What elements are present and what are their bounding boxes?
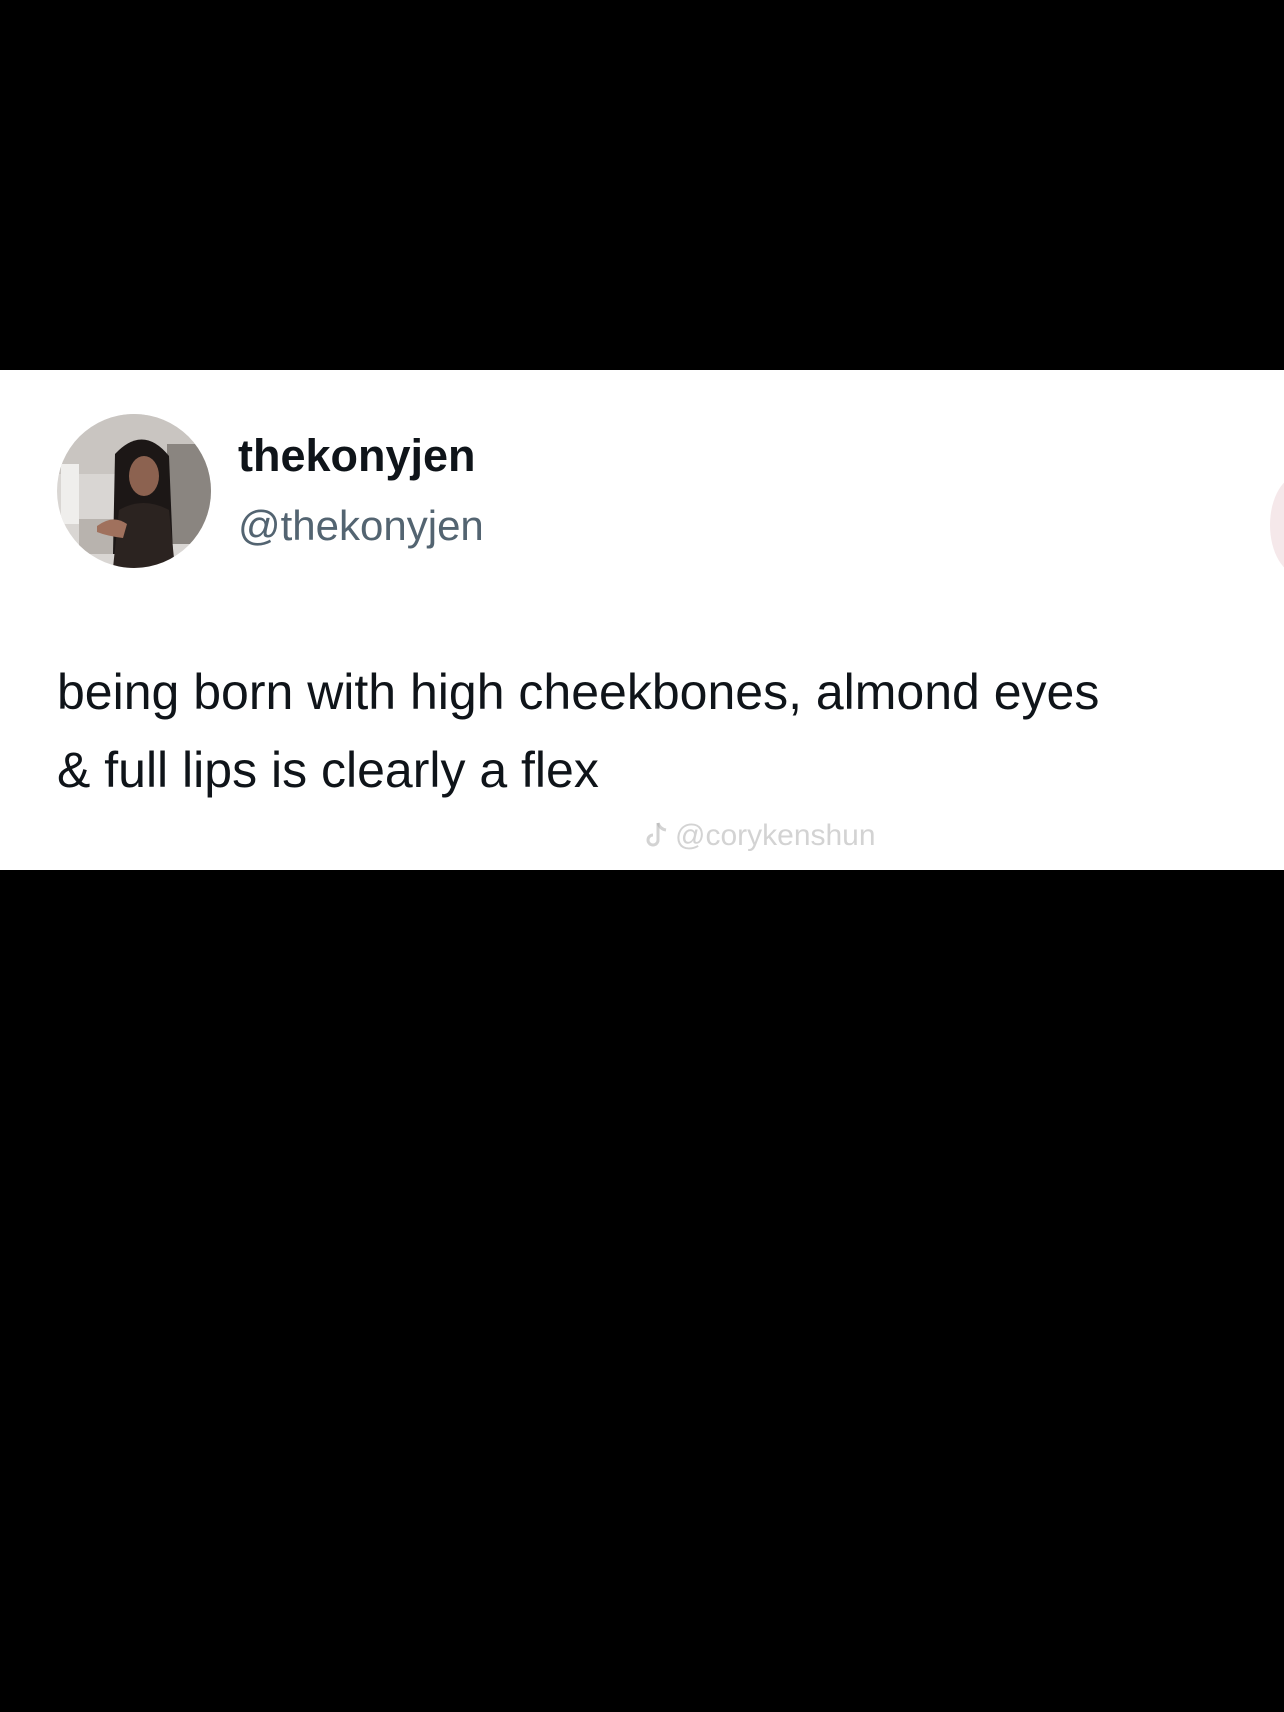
tiktok-icon xyxy=(645,821,669,849)
author-handle[interactable]: @thekonyjen xyxy=(238,505,484,547)
tweet-text-line: being born with high cheekbones, almond … xyxy=(57,664,1100,720)
tweet-text-line: & full lips is clearly a flex xyxy=(57,742,599,798)
author-display-name[interactable]: thekonyjen xyxy=(238,433,476,478)
profile-photo-icon xyxy=(57,414,211,568)
watermark: @corykenshun xyxy=(645,821,876,851)
tweet-text: being born with high cheekbones, almond … xyxy=(57,667,1277,795)
watermark-text: @corykenshun xyxy=(675,819,876,852)
video-frame: thekonyjen @thekonyjen being born with h… xyxy=(0,0,1284,1712)
avatar[interactable] xyxy=(57,414,211,568)
